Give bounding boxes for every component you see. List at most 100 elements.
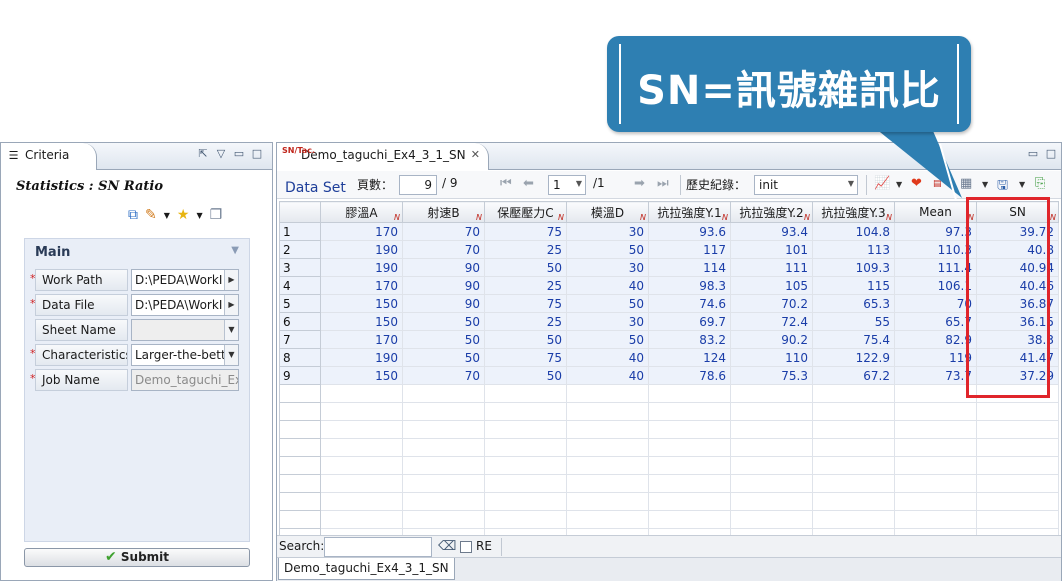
table-cell[interactable] <box>894 474 977 493</box>
column-header[interactable]: 膠溫A N <box>320 201 403 223</box>
edit-dropdown-icon[interactable]: ▼ <box>164 211 170 220</box>
data-file-input[interactable]: D:\PEDA\WorkI ▶ <box>131 294 239 316</box>
table-cell[interactable]: 105 <box>730 276 813 295</box>
table-cell[interactable]: 50 <box>566 330 649 349</box>
table-cell[interactable] <box>976 510 1059 529</box>
table-cell[interactable] <box>484 402 567 421</box>
minimize-icon[interactable]: ▭ <box>1027 147 1039 165</box>
table-row[interactable]: 8 190 50 75 40 124 110 122.9 119 41.47 <box>279 348 1059 367</box>
row-number[interactable]: 5 <box>279 294 321 313</box>
table-cell[interactable]: 90.2 <box>730 330 813 349</box>
table-cell[interactable]: 124 <box>648 348 731 367</box>
table-cell[interactable] <box>566 474 649 493</box>
table-row[interactable]: 1 170 70 75 30 93.6 93.4 104.8 97.3 39.72 <box>279 222 1059 241</box>
table-cell[interactable] <box>402 402 485 421</box>
table-cell[interactable]: 122.9 <box>812 348 895 367</box>
table-cell[interactable] <box>402 384 485 403</box>
close-icon[interactable]: ✕ <box>471 148 480 161</box>
table-cell[interactable]: 55 <box>812 312 895 331</box>
column-header[interactable]: 模溫D N <box>566 201 649 223</box>
table-cell[interactable] <box>402 456 485 475</box>
row-number[interactable]: 2 <box>279 240 321 259</box>
table-cell[interactable]: 110.3 <box>894 240 977 259</box>
table-cell[interactable]: 82.9 <box>894 330 977 349</box>
table-cell[interactable]: 70.2 <box>730 294 813 313</box>
save-dropdown-icon[interactable]: ▼ <box>1019 180 1025 189</box>
table-cell[interactable]: 93.6 <box>648 222 731 241</box>
regex-checkbox[interactable] <box>460 541 472 553</box>
maximize-icon[interactable]: □ <box>1045 147 1057 165</box>
table-cell[interactable] <box>648 420 731 439</box>
table-cell[interactable] <box>812 402 895 421</box>
table-cell[interactable] <box>566 456 649 475</box>
table-cell[interactable]: 70 <box>402 240 485 259</box>
table-cell[interactable]: 150 <box>320 312 403 331</box>
row-number[interactable] <box>279 474 321 493</box>
table-cell[interactable] <box>566 384 649 403</box>
table-cell[interactable]: 109.3 <box>812 258 895 277</box>
column-header-sn[interactable]: SN N <box>976 201 1059 223</box>
table-cell[interactable] <box>976 384 1059 403</box>
table-cell[interactable] <box>484 420 567 439</box>
table-cell[interactable]: 190 <box>320 258 403 277</box>
table-cell[interactable]: 37.29 <box>976 366 1059 385</box>
table-cell[interactable]: 97.3 <box>894 222 977 241</box>
table-cell[interactable] <box>730 456 813 475</box>
column-header[interactable]: 抗拉強度Y.1 N <box>648 201 731 223</box>
table-cell[interactable] <box>402 492 485 511</box>
submit-button[interactable]: ✔ Submit <box>24 548 250 567</box>
table-cell[interactable]: 106.1 <box>894 276 977 295</box>
table-cell[interactable] <box>894 456 977 475</box>
table-cell[interactable] <box>894 420 977 439</box>
table-cell[interactable] <box>812 384 895 403</box>
table-cell[interactable] <box>894 402 977 421</box>
row-number[interactable] <box>279 492 321 511</box>
table-cell[interactable]: 38.3 <box>976 330 1059 349</box>
table-row[interactable]: 9 150 70 50 40 78.6 75.3 67.2 73.7 37.29 <box>279 366 1059 385</box>
table-cell[interactable] <box>484 510 567 529</box>
table-cell[interactable] <box>320 510 403 529</box>
row-number[interactable] <box>279 510 321 529</box>
empty-row[interactable] <box>279 420 1059 439</box>
row-number[interactable] <box>279 420 321 439</box>
table-cell[interactable]: 50 <box>566 240 649 259</box>
table-cell[interactable]: 69.7 <box>648 312 731 331</box>
table-cell[interactable] <box>812 456 895 475</box>
table-cell[interactable] <box>730 438 813 457</box>
table-cell[interactable] <box>976 438 1059 457</box>
table-cell[interactable] <box>484 456 567 475</box>
table-cell[interactable] <box>730 420 813 439</box>
export-icon[interactable]: ⎘ <box>1035 176 1045 191</box>
table-cell[interactable] <box>976 492 1059 511</box>
table-cell[interactable]: 110 <box>730 348 813 367</box>
table-cell[interactable]: 90 <box>402 258 485 277</box>
copy-icon[interactable]: ⧉ <box>128 207 138 223</box>
table-cell[interactable]: 25 <box>484 276 567 295</box>
table-cell[interactable] <box>812 492 895 511</box>
table-cell[interactable]: 190 <box>320 348 403 367</box>
table-cell[interactable]: 190 <box>320 240 403 259</box>
table-cell[interactable]: 40 <box>566 366 649 385</box>
table-cell[interactable]: 40.94 <box>976 258 1059 277</box>
empty-row[interactable] <box>279 510 1059 529</box>
table-cell[interactable] <box>320 492 403 511</box>
table-cell[interactable] <box>402 420 485 439</box>
table-cell[interactable] <box>484 474 567 493</box>
table-cell[interactable]: 78.6 <box>648 366 731 385</box>
table-cell[interactable]: 74.6 <box>648 294 731 313</box>
table-cell[interactable]: 50 <box>566 294 649 313</box>
corner-cell[interactable] <box>279 201 321 223</box>
table-cell[interactable] <box>812 438 895 457</box>
table-cell[interactable] <box>484 384 567 403</box>
table-cell[interactable] <box>566 420 649 439</box>
table-cell[interactable] <box>812 420 895 439</box>
table-cell[interactable]: 111.4 <box>894 258 977 277</box>
table-cell[interactable] <box>894 384 977 403</box>
table-cell[interactable] <box>730 510 813 529</box>
table-cell[interactable] <box>566 510 649 529</box>
row-number[interactable]: 7 <box>279 330 321 349</box>
table-cell[interactable]: 150 <box>320 366 403 385</box>
table-cell[interactable]: 75 <box>484 222 567 241</box>
table-cell[interactable]: 40.46 <box>976 276 1059 295</box>
row-number[interactable]: 3 <box>279 258 321 277</box>
